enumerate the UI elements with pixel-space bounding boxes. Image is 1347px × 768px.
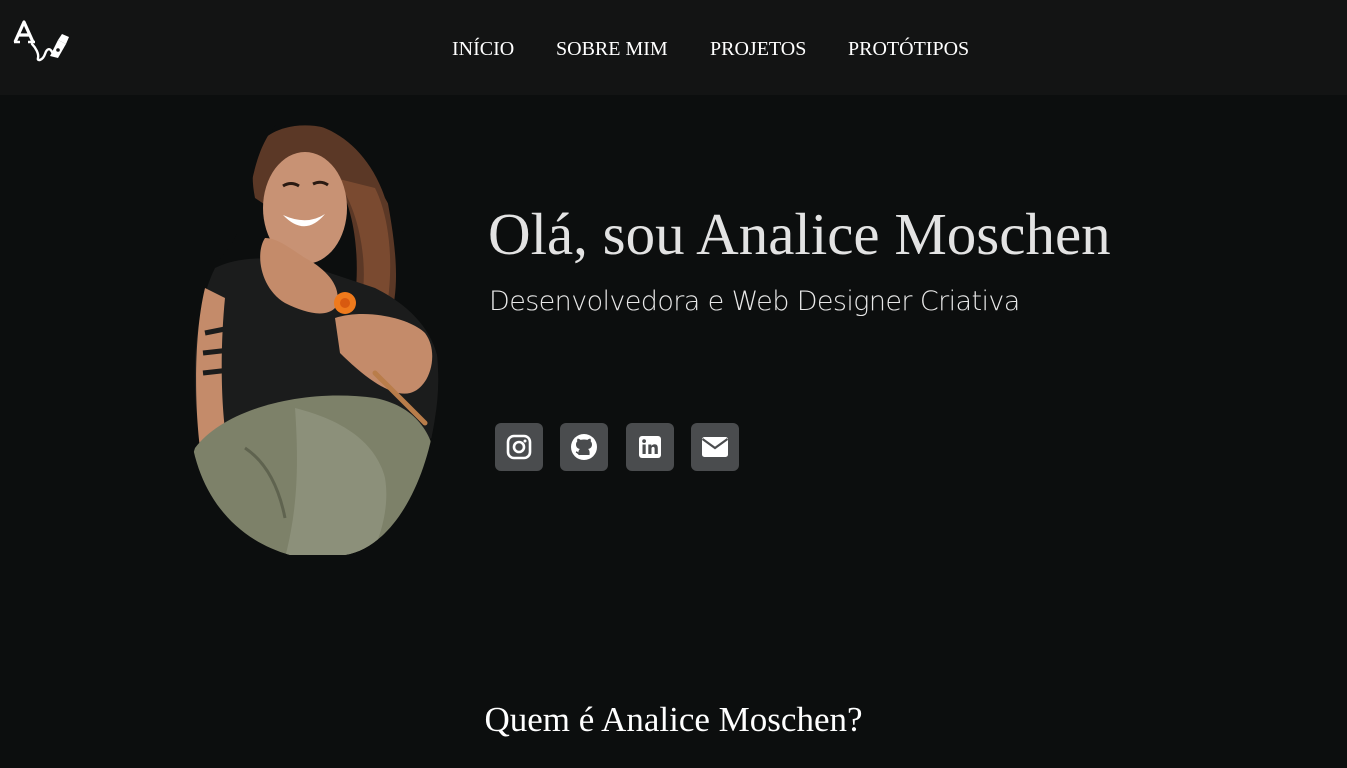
nav-link-sobre-mim[interactable]: SOBRE MIM [556,36,668,62]
github-icon [571,434,597,460]
email-button[interactable] [691,423,739,471]
email-icon [701,437,729,457]
instagram-icon [506,434,532,460]
nav-link-projetos[interactable]: PROJETOS [710,36,806,62]
linkedin-icon [639,436,661,458]
hero-title: Olá, sou Analice Moschen [488,201,1111,267]
portrait-photo [185,118,443,558]
github-button[interactable] [560,423,608,471]
about-heading: Quem é Analice Moschen? [484,700,863,739]
top-navbar: INÍCIO SOBRE MIM PROJETOS PROTÓTIPOS [0,0,1347,95]
main-nav: INÍCIO SOBRE MIM PROJETOS PROTÓTIPOS [0,36,1347,62]
nav-link-prototipos[interactable]: PROTÓTIPOS [848,36,969,62]
instagram-button[interactable] [495,423,543,471]
linkedin-button[interactable] [626,423,674,471]
nav-link-inicio[interactable]: INÍCIO [452,36,514,62]
hero-subtitle: Desenvolvedora e Web Designer Criativa [489,286,1020,317]
